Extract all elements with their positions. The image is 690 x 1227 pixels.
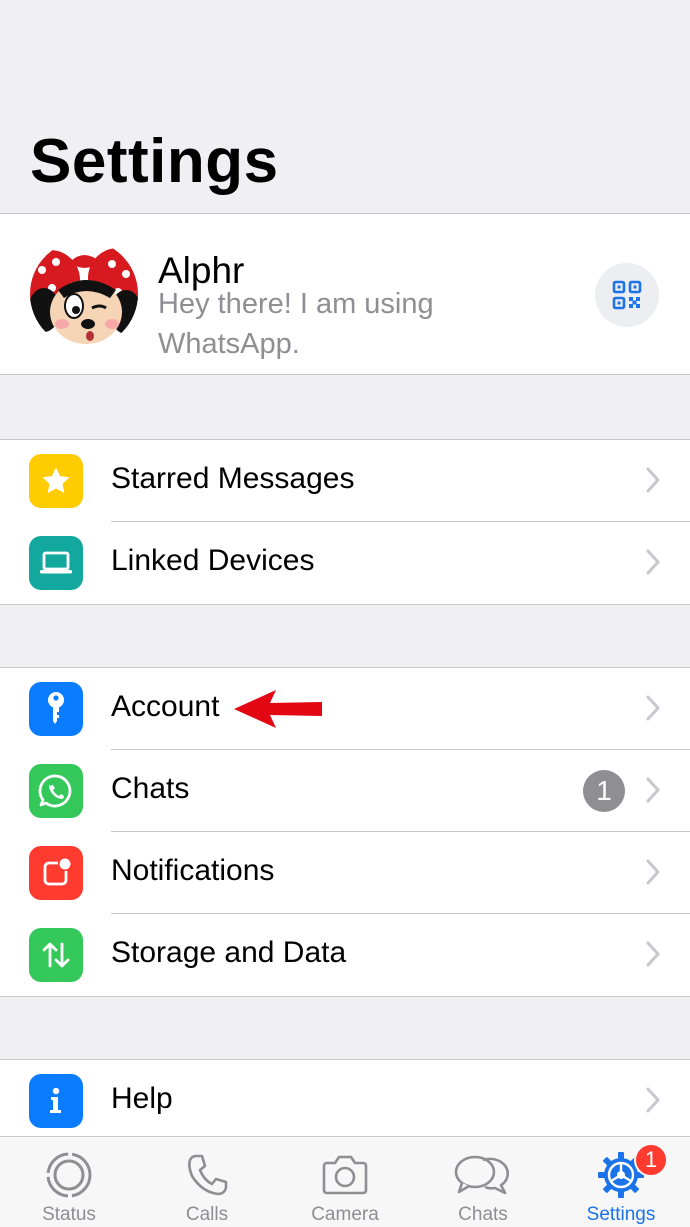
settings-group-2: Account Chats Notifications Storage and … — [0, 667, 690, 997]
account-label: Account — [111, 690, 220, 723]
avatar[interactable] — [30, 240, 138, 348]
notifications-label: Notifications — [111, 854, 275, 887]
chats-label: Chats — [111, 772, 190, 805]
storage-and-data-row[interactable]: Storage and Data — [0, 914, 690, 996]
whatsapp-icon — [29, 764, 83, 818]
storage-and-data-label: Storage and Data — [111, 936, 347, 969]
profile-row[interactable]: Alphr Hey there! I am using WhatsApp. — [0, 213, 690, 375]
account-row[interactable]: Account — [0, 668, 690, 750]
chevron-right-icon — [646, 777, 660, 803]
chevron-right-icon — [646, 859, 660, 885]
help-row[interactable]: Help — [0, 1060, 690, 1142]
settings-group-3: Help — [0, 1059, 690, 1139]
tab-camera[interactable]: Camera — [276, 1137, 414, 1227]
help-label: Help — [111, 1082, 173, 1115]
linked-devices-label: Linked Devices — [111, 544, 315, 577]
tab-settings[interactable]: Settings 1 — [552, 1137, 690, 1227]
key-icon — [29, 682, 83, 736]
chevron-right-icon — [646, 1087, 660, 1113]
notifications-row[interactable]: Notifications — [0, 832, 690, 914]
info-icon — [29, 1074, 83, 1128]
chats-unread-badge: 1 — [583, 770, 625, 812]
tab-bar: Status Calls Camera Chats Settings 1 — [0, 1136, 690, 1227]
tab-status[interactable]: Status — [0, 1137, 138, 1227]
qr-code-icon — [612, 280, 642, 310]
tab-camera-label: Camera — [311, 1204, 379, 1225]
chevron-right-icon — [646, 467, 660, 493]
settings-notification-badge: 1 — [634, 1143, 668, 1177]
profile-status: Hey there! I am using WhatsApp. — [158, 288, 434, 360]
tab-chats[interactable]: Chats — [414, 1137, 552, 1227]
qr-code-button[interactable] — [595, 263, 659, 327]
tab-settings-label: Settings — [586, 1204, 656, 1225]
camera-icon — [320, 1149, 370, 1201]
laptop-icon — [29, 536, 83, 590]
page-title: Settings — [30, 127, 279, 196]
phone-icon — [184, 1149, 230, 1201]
arrows-updown-icon — [29, 928, 83, 982]
tab-status-label: Status — [42, 1204, 96, 1225]
starred-messages-row[interactable]: Starred Messages — [0, 440, 690, 522]
linked-devices-row[interactable]: Linked Devices — [0, 522, 690, 604]
status-icon — [45, 1149, 93, 1201]
settings-group-1: Starred Messages Linked Devices — [0, 439, 690, 605]
chevron-right-icon — [646, 549, 660, 575]
tab-chats-label: Chats — [458, 1204, 508, 1225]
tab-calls[interactable]: Calls — [138, 1137, 276, 1227]
notification-icon — [29, 846, 83, 900]
star-icon — [29, 454, 83, 508]
chat-bubbles-icon — [453, 1149, 513, 1201]
chevron-right-icon — [646, 941, 660, 967]
chevron-right-icon — [646, 695, 660, 721]
starred-messages-label: Starred Messages — [111, 462, 355, 495]
tab-calls-label: Calls — [185, 1204, 229, 1225]
annotation-arrow-icon — [234, 690, 322, 728]
